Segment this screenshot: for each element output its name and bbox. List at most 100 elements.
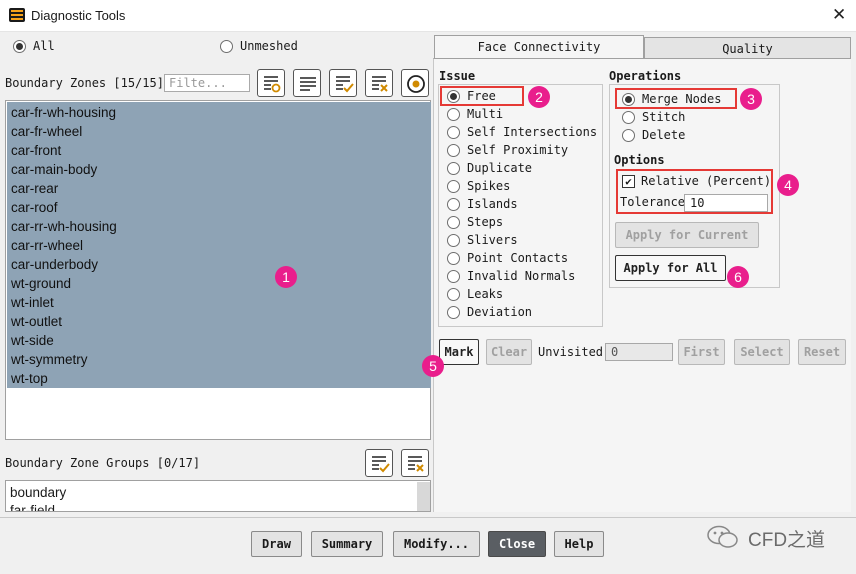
radio-invalid-normals[interactable] [447,270,460,283]
radio-duplicate[interactable] [447,162,460,175]
annotation-badge-1: 1 [275,266,297,288]
issue-group [438,84,603,327]
issue-option-label: Slivers [467,233,518,247]
boundary-zones-list[interactable]: car-fr-wh-housing car-fr-wheel car-front… [5,100,431,440]
select-visible-icon [264,76,281,93]
radio-multi[interactable] [447,108,460,121]
scrollbar[interactable] [417,482,430,511]
unvisited-count: 0 [605,343,673,361]
list-item[interactable]: wt-top [11,369,48,388]
list-item[interactable]: car-fr-wh-housing [11,103,116,122]
list-item[interactable]: car-underbody [11,255,98,274]
footer-divider [0,517,856,518]
reset-button[interactable]: Reset [798,339,846,365]
groups-select-all-button[interactable] [365,449,393,477]
list-item[interactable]: boundary [10,483,66,502]
radio-all-label: All [33,39,55,53]
issue-option-label: Spikes [467,179,511,193]
apply-for-all-button[interactable]: Apply for All [615,255,726,281]
clear-button[interactable]: Clear [486,339,532,365]
deselect-all-button[interactable] [365,69,393,97]
operation-option-label: Delete [642,128,686,142]
pick-button[interactable] [401,69,429,97]
radio-steps[interactable] [447,216,460,229]
operation-option-label: Merge Nodes [642,92,722,106]
radio-point-contacts[interactable] [447,252,460,265]
select-visible-button[interactable] [257,69,285,97]
mark-button[interactable]: Mark [439,339,479,365]
issue-option-label: Duplicate [467,161,533,175]
groups-deselect-all-button[interactable] [401,449,429,477]
relative-label: Relative (Percent) [641,174,772,188]
list-button[interactable] [293,69,321,97]
deselect-all-icon [408,456,424,472]
issue-option-label: Self Intersections [467,125,598,139]
wechat-icon [707,525,738,548]
list-item[interactable]: wt-inlet [11,293,54,312]
list-icon [300,77,316,91]
radio-free[interactable] [447,90,460,103]
app-icon [9,8,25,22]
close-button[interactable]: Close [488,531,546,557]
radio-self-intersections[interactable] [447,126,460,139]
list-item[interactable]: far-field [10,501,55,511]
close-icon[interactable]: ✕ [832,5,846,25]
annotation-badge-5: 5 [422,355,444,377]
watermark: CFD之道 [706,524,846,551]
help-button[interactable]: Help [554,531,604,557]
unvisited-label: Unvisited [538,345,604,359]
tab-face-connectivity[interactable]: Face Connectivity [434,35,644,60]
list-item[interactable]: wt-ground [11,274,71,293]
first-button[interactable]: First [678,339,725,365]
list-item[interactable]: car-rear [11,179,58,198]
list-item[interactable]: wt-symmetry [11,350,88,369]
window-title: Diagnostic Tools [31,8,126,23]
options-heading: Options [614,153,665,167]
radio-slivers[interactable] [447,234,460,247]
select-all-button[interactable] [329,69,357,97]
radio-leaks[interactable] [447,288,460,301]
summary-button[interactable]: Summary [311,531,383,557]
relative-checkbox[interactable]: ✔ [622,175,635,188]
radio-unmeshed[interactable] [220,40,233,53]
list-item[interactable]: car-roof [11,198,58,217]
list-item[interactable]: wt-outlet [11,312,62,331]
issue-heading: Issue [439,69,476,83]
modify-button[interactable]: Modify... [393,531,480,557]
select-all-icon [336,76,354,93]
issue-option-label: Self Proximity [467,143,569,157]
select-button[interactable]: Select [734,339,790,365]
annotation-badge-2: 2 [528,86,550,108]
radio-merge-nodes[interactable] [622,93,635,106]
list-item[interactable]: car-fr-wheel [11,122,82,141]
tolerance-label: Tolerance [620,195,686,209]
radio-stitch[interactable] [622,111,635,124]
issue-option-label: Leaks [467,287,504,301]
radio-deviation[interactable] [447,306,460,319]
annotation-badge-3: 3 [740,88,762,110]
radio-self-proximity[interactable] [447,144,460,157]
issue-option-label: Islands [467,197,518,211]
radio-spikes[interactable] [447,180,460,193]
list-item[interactable]: wt-side [11,331,54,350]
boundary-zones-label: Boundary Zones [15/15] [5,76,164,90]
list-item[interactable]: car-front [11,141,61,160]
list-item[interactable]: car-rr-wheel [11,236,83,255]
apply-for-current-button[interactable]: Apply for Current [615,222,759,248]
zone-groups-list[interactable]: boundary far-field [5,480,431,512]
deselect-all-icon [372,76,388,92]
radio-unmeshed-label: Unmeshed [240,39,298,53]
operations-heading: Operations [609,69,682,83]
tolerance-input[interactable]: 10 [684,194,768,212]
list-item[interactable]: car-main-body [11,160,97,179]
select-all-icon [372,456,390,473]
draw-button[interactable]: Draw [251,531,302,557]
issue-option-label: Free [467,89,496,103]
filter-input[interactable]: Filte... [164,74,250,92]
list-item[interactable]: car-rr-wh-housing [11,217,117,236]
radio-delete[interactable] [622,129,635,142]
issue-option-label: Invalid Normals [467,269,576,283]
issue-option-label: Multi [467,107,504,121]
radio-islands[interactable] [447,198,460,211]
radio-all[interactable] [13,40,26,53]
